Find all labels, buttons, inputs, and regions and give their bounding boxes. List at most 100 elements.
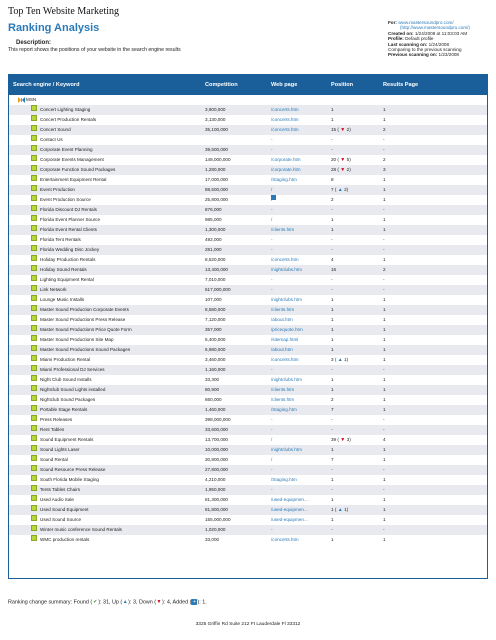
position-cell: 1 (331, 295, 334, 305)
webpage-text[interactable]: /concerts.htm (271, 535, 299, 545)
webpage-text[interactable]: / (271, 455, 272, 465)
table-row: Corporate Events Management 148,000,000/c… (9, 155, 487, 165)
position-value: 1 (331, 347, 334, 352)
webpage-text[interactable]: /nightclubs.htm (271, 445, 302, 455)
competition-cell: 88,500,000 (205, 187, 228, 192)
webpage-text[interactable]: /concerts.htm (271, 355, 299, 365)
position-value: 1 (331, 537, 334, 542)
results-page-cell: 4 (383, 437, 386, 442)
results-page-cell: - (383, 487, 385, 492)
position-cell: 39 ( ▼ 3) (331, 435, 351, 445)
competition-cell: 357,000 (205, 327, 222, 332)
results-page-cell: - (383, 207, 385, 212)
position-change: 2) (346, 127, 351, 132)
webpage-text[interactable]: - (271, 205, 273, 215)
position-cell: 4 (331, 255, 334, 265)
position-cell: 1 (331, 375, 334, 385)
competition-cell: 25,800,000 (205, 197, 228, 202)
keyword-square-icon (31, 135, 37, 141)
webpage-text[interactable]: /used-equipmen... (271, 495, 308, 505)
competition-cell: 1,280,000 (205, 167, 226, 172)
webpage-text[interactable]: /nightclubs.htm (271, 265, 302, 275)
keyword-square-icon (31, 285, 37, 291)
keyword-square-icon (31, 425, 37, 431)
webpage-text[interactable]: /clients.htm (271, 305, 294, 315)
webpage-text[interactable]: - (271, 275, 273, 285)
position-value: 1 (331, 297, 334, 302)
results-page-cell: 1 (383, 347, 386, 352)
keyword-square-icon (31, 485, 37, 491)
webpage-text[interactable]: /clients.htm (271, 225, 294, 235)
webpage-text[interactable]: /nightclubs.htm (271, 295, 302, 305)
webpage-text[interactable]: /used-equipmen... (271, 515, 308, 525)
results-page-cell: 1 (383, 457, 386, 462)
keyword-square-icon (31, 195, 37, 201)
for-url[interactable]: (http://www.mastersoundpro.com/) (400, 25, 470, 30)
keyword-square-icon (31, 175, 37, 181)
webpage-text[interactable]: /used-equipmen... (271, 505, 308, 515)
webpage-text[interactable]: / (271, 435, 272, 445)
webpage-text[interactable]: /corporate.htm (271, 165, 301, 175)
webpage-text[interactable]: - (271, 465, 273, 475)
webpage-text[interactable]: - (271, 285, 273, 295)
webpage-text[interactable]: /concerts.htm (271, 125, 299, 135)
position-cell: 1 (331, 495, 334, 505)
keyword-cell: Lounge Music Installs (40, 297, 85, 302)
webpage-text[interactable]: /clients.htm (271, 385, 294, 395)
position-value: 1 (331, 387, 334, 392)
webpage-text[interactable]: /clients.htm (271, 395, 294, 405)
webpage-text[interactable]: - (271, 425, 273, 435)
position-change: 5) (346, 157, 351, 162)
webpage-text[interactable]: /Staging.htm (271, 175, 297, 185)
results-page-cell: 1 (383, 297, 386, 302)
webpage-text[interactable]: /about.htm (271, 345, 293, 355)
position-value: - (331, 467, 333, 472)
keyword-square-icon (31, 355, 37, 361)
prev-scan-value: 1/23/2008 (438, 52, 459, 58)
webpage-text[interactable]: /sitemap.html (271, 335, 298, 345)
position-value: 1 (331, 107, 334, 112)
position-cell: 1 ( ▲ 1) (331, 505, 348, 515)
keyword-cell: Link Network (40, 287, 67, 292)
webpage-text[interactable]: - (271, 415, 273, 425)
results-page-cell: - (383, 237, 385, 242)
webpage-text[interactable]: - (271, 145, 273, 155)
webpage-text[interactable]: / (271, 215, 272, 225)
table-row: Press Releases 398,000,000 - - - (9, 415, 487, 425)
webpage-text[interactable]: - (271, 525, 273, 535)
webpage-text[interactable]: /corporate.htm (271, 155, 301, 165)
results-page-cell: 1 (383, 327, 386, 332)
webpage-text[interactable]: - (271, 135, 273, 145)
webpage-text[interactable]: /nightclubs.htm (271, 375, 302, 385)
webpage-text[interactable]: / (271, 185, 272, 195)
webpage-text[interactable]: /concerts.htm (271, 115, 299, 125)
webpage-text[interactable]: /pricequote.htm (271, 325, 303, 335)
table-row: Florida Tent Rentals 492,000 - - - (9, 235, 487, 245)
keyword-square-icon (31, 435, 37, 441)
table-row: Florida Event Planner Source 985,000 / 1 1 (9, 215, 487, 225)
webpage-text[interactable]: /about.htm (271, 315, 293, 325)
results-page-cell: 1 (383, 217, 386, 222)
summary-added: ): 1. (197, 599, 207, 606)
webpage-text[interactable]: - (271, 235, 273, 245)
webpage-text[interactable]: /concerts.htm (271, 255, 299, 265)
webpage-text[interactable]: - (271, 245, 273, 255)
keyword-cell: Florida Event Planner Source (40, 217, 101, 222)
competition-cell: 8,520,000 (205, 257, 226, 262)
competition-cell: 39,500,000 (205, 147, 228, 152)
webpage-text[interactable]: - (271, 485, 273, 495)
keyword-square-icon (31, 395, 37, 401)
position-value: 15 ( (331, 127, 339, 132)
webpage-text[interactable]: - (271, 365, 273, 375)
table-row: Used Sound Source 155,000,000/used-equipm… (9, 515, 487, 525)
for-value[interactable]: www.mastersoundpro.com/ (398, 20, 453, 25)
table-row: Master Sound Production Corporate Events… (9, 305, 487, 315)
webpage-text[interactable]: /concerts.htm (271, 105, 299, 115)
table-row: Event Production Source 25,800,000 / 2 1 (9, 195, 487, 205)
results-page-cell: - (383, 367, 385, 372)
webpage-text[interactable]: /Staging.htm (271, 405, 297, 415)
competition-cell: 617,000,000 (205, 287, 231, 292)
webpage-text[interactable]: / (271, 195, 272, 205)
table-row: Sound Resource Press Release 27,800,000 - -… (9, 465, 487, 475)
webpage-text[interactable]: /Staging.htm (271, 475, 297, 485)
